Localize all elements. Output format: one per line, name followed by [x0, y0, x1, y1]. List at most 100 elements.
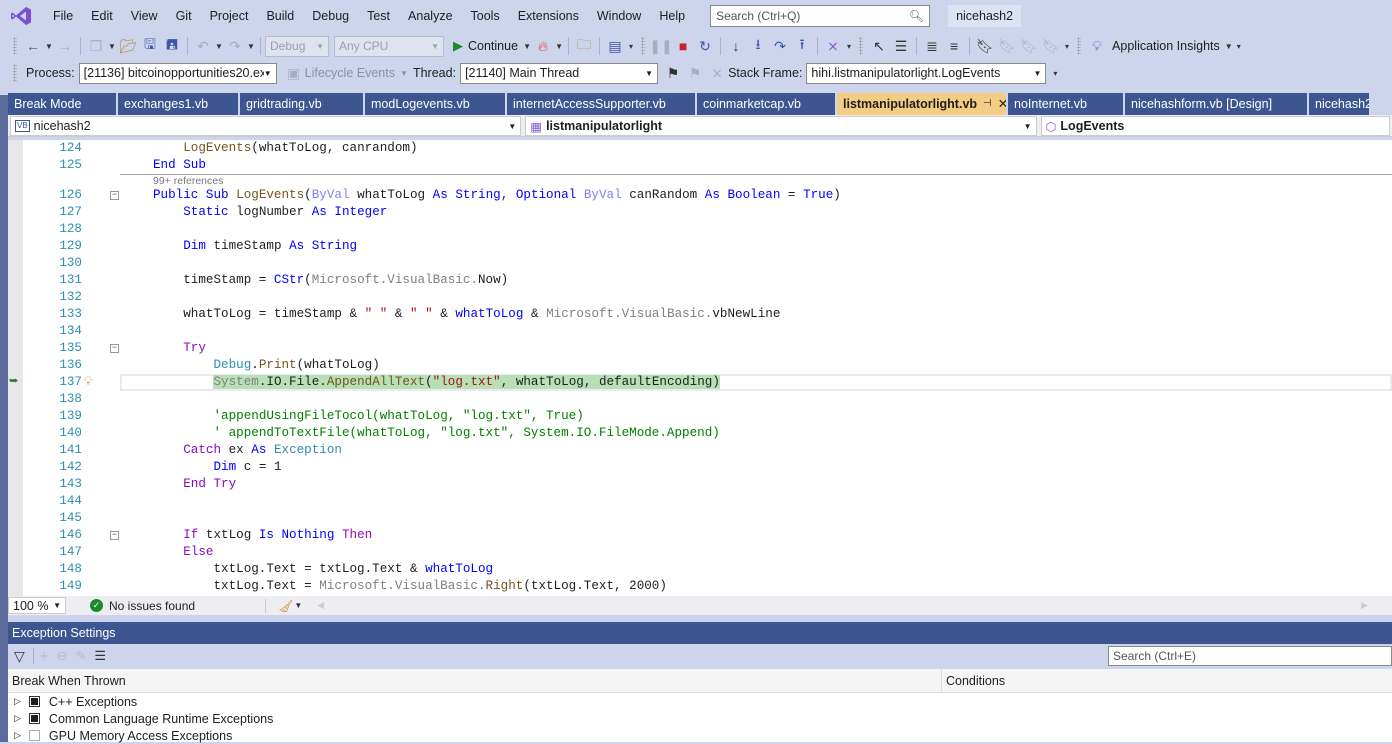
exception-checkbox[interactable]: [28, 713, 40, 724]
lightbulb-icon[interactable]: 💡︎: [84, 374, 92, 391]
menu-window[interactable]: Window: [588, 0, 650, 32]
search-input[interactable]: Search (Ctrl+Q): [716, 9, 800, 23]
scroll-left-icon[interactable]: ◀: [317, 600, 324, 611]
toolbar-overflow-icon[interactable]: ▾: [1062, 42, 1072, 51]
code-line[interactable]: 140 ' appendToTextFile(whatToLog, "log.t…: [8, 425, 1392, 442]
menu-build[interactable]: Build: [257, 0, 303, 32]
chevron-down-icon[interactable]: ▼: [1224, 42, 1234, 51]
process-combo[interactable]: [21136] bitcoinopportunities20.exe ▼: [78, 62, 277, 84]
window-layout-icon[interactable]: ▤: [604, 35, 626, 57]
menu-debug[interactable]: Debug: [303, 0, 358, 32]
solution-configuration-combo[interactable]: Debug ▼: [265, 35, 329, 57]
code-line[interactable]: 143 End Try: [8, 476, 1392, 493]
stack-frame-combo[interactable]: hihi.listmanipulatorlight.LogEvents ▼: [806, 62, 1047, 84]
toggle-display-icon[interactable]: ☰: [890, 35, 912, 57]
flag-thread-icon[interactable]: ⚑: [662, 62, 684, 84]
toolbar-grip[interactable]: [13, 37, 17, 55]
code-line[interactable]: 144: [8, 493, 1392, 510]
tab-internetaccesssupporter-vb[interactable]: internetAccessSupporter.vb: [507, 93, 695, 115]
tab-listmanipulatorlight-vb[interactable]: listmanipulatorlight.vb ⊣ ✕: [837, 93, 1006, 115]
exception-checkbox[interactable]: [28, 730, 40, 741]
add-icon[interactable]: +: [40, 648, 49, 665]
open-file-icon[interactable]: 📂︎: [117, 35, 139, 57]
undo-icon[interactable]: ↶: [192, 35, 214, 57]
tab-coinmarketcap-vb[interactable]: coinmarketcap.vb: [697, 93, 835, 115]
code-line[interactable]: 124 LogEvents(whatToLog, canrandom): [8, 140, 1392, 157]
toolbar-overflow-icon[interactable]: ▾: [844, 42, 854, 51]
step-into-icon[interactable]: ⭳: [747, 35, 769, 57]
toolbar-overflow-icon[interactable]: ▾: [1234, 42, 1244, 51]
chevron-down-icon[interactable]: ▼: [522, 42, 532, 51]
code-editor[interactable]: 124 LogEvents(whatToLog, canrandom) 125 En…: [8, 140, 1392, 596]
expand-icon[interactable]: ▷: [14, 713, 21, 724]
comment-lines-icon[interactable]: ≣: [921, 35, 943, 57]
flag-threads-icon[interactable]: ⚑: [684, 62, 706, 84]
menu-edit[interactable]: Edit: [82, 0, 122, 32]
edit-conditions-icon[interactable]: ✎: [75, 648, 86, 664]
find-in-files-icon[interactable]: 🗀︎: [573, 35, 595, 57]
code-line[interactable]: 132: [8, 289, 1392, 306]
column-header-conditions[interactable]: Conditions: [942, 669, 1009, 692]
step-over-icon[interactable]: ↷: [769, 35, 791, 57]
chevron-down-icon[interactable]: ▼: [214, 42, 224, 51]
code-line[interactable]: 149 txtLog.Text = Microsoft.VisualBasic.…: [8, 578, 1392, 595]
exception-checkbox[interactable]: [28, 696, 40, 707]
bookmark-icon[interactable]: 🔖︎: [974, 35, 996, 57]
code-line[interactable]: 135 − Try: [8, 340, 1392, 357]
code-line[interactable]: 130: [8, 255, 1392, 272]
pin-icon[interactable]: ⊣: [983, 93, 992, 115]
code-line[interactable]: 138: [8, 391, 1392, 408]
menu-test[interactable]: Test: [358, 0, 399, 32]
code-line[interactable]: 131 timeStamp = CStr(Microsoft.VisualBas…: [8, 272, 1392, 289]
new-project-icon[interactable]: ❐: [85, 35, 107, 57]
codelens-references[interactable]: 99+ references: [153, 175, 223, 187]
chevron-down-icon[interactable]: ▼: [554, 42, 564, 51]
application-insights-button[interactable]: Application Insights: [1112, 39, 1220, 53]
code-cleanup-icon[interactable]: 🧹︎: [278, 599, 293, 613]
exception-row[interactable]: ▷ GPU Memory Access Exceptions: [8, 727, 1392, 744]
code-line[interactable]: 148 txtLog.Text = txtLog.Text & whatToLo…: [8, 561, 1392, 578]
code-line[interactable]: 126 − Public Sub LogEvents(ByVal whatToLog…: [8, 187, 1392, 204]
chevron-down-icon[interactable]: ▼: [107, 42, 117, 51]
tab-nointernet-vb[interactable]: noInternet.vb: [1008, 93, 1123, 115]
menu-analyze[interactable]: Analyze: [399, 0, 461, 32]
tab-nicehashform-vb-design[interactable]: nicehashform.vb [Design]: [1125, 93, 1307, 115]
collapse-icon[interactable]: −: [110, 191, 119, 200]
menu-extensions[interactable]: Extensions: [509, 0, 588, 32]
expand-icon[interactable]: ▷: [14, 730, 21, 741]
clear-bookmarks-icon[interactable]: 🔖︎: [1040, 35, 1062, 57]
issues-status[interactable]: No issues found: [109, 599, 195, 613]
code-line[interactable]: 147 Else: [8, 544, 1392, 561]
break-all-icon[interactable]: ❚❚: [649, 35, 672, 57]
navigate-back-icon[interactable]: ←: [22, 35, 44, 57]
show-next-statement-icon[interactable]: ↓: [725, 35, 747, 57]
expand-icon[interactable]: ▷: [14, 696, 21, 707]
menu-help[interactable]: Help: [650, 0, 694, 32]
code-line[interactable]: 145: [8, 510, 1392, 527]
menu-git[interactable]: Git: [167, 0, 201, 32]
tab-modlogevents-vb[interactable]: modLogevents.vb: [365, 93, 505, 115]
toolbar-overflow-icon[interactable]: ▾: [626, 42, 636, 51]
chevron-down-icon[interactable]: ▼: [246, 42, 256, 51]
show-threads-in-source-icon[interactable]: ⨯: [706, 62, 728, 84]
visual-studio-logo-icon[interactable]: [8, 5, 34, 27]
exception-row[interactable]: ▷ Common Language Runtime Exceptions: [8, 710, 1392, 727]
save-icon[interactable]: 🖫︎: [139, 35, 161, 57]
member-combo[interactable]: ⬡ LogEvents: [1040, 116, 1390, 136]
code-line[interactable]: 128: [8, 221, 1392, 238]
hot-reload-icon[interactable]: 🔥︎: [532, 35, 554, 57]
save-all-icon[interactable]: 🖪︎: [161, 35, 183, 57]
next-bookmark-icon[interactable]: 🔖︎: [1018, 35, 1040, 57]
solution-platform-combo[interactable]: Any CPU ▼: [334, 35, 444, 57]
thread-combo[interactable]: [21140] Main Thread ▼: [460, 62, 659, 84]
scroll-right-icon[interactable]: ▶: [1361, 600, 1368, 611]
toolbar-grip[interactable]: [859, 37, 864, 55]
code-line[interactable]: 129 Dim timeStamp As String: [8, 238, 1392, 255]
menu-tools[interactable]: Tools: [462, 0, 509, 32]
code-line[interactable]: 133 whatToLog = timeStamp & " " & " " & …: [8, 306, 1392, 323]
collapse-icon[interactable]: −: [110, 344, 119, 353]
redo-icon[interactable]: ↷: [224, 35, 246, 57]
code-line[interactable]: 142 Dim c = 1: [8, 459, 1392, 476]
tab-break-mode[interactable]: Break Mode: [8, 93, 116, 115]
restart-icon[interactable]: ↻: [694, 35, 716, 57]
